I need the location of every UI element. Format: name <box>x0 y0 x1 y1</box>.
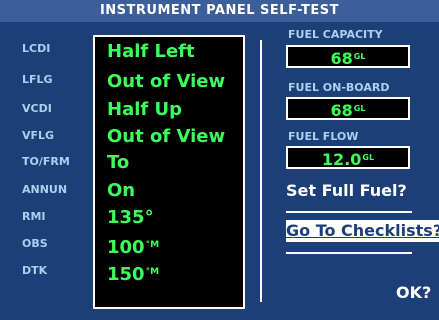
label-obs: OBS <box>22 237 48 250</box>
value-vcdi: Half Up <box>107 99 182 120</box>
value-lcdi: Half Left <box>107 41 195 62</box>
label-vcdi: VCDI <box>22 102 52 115</box>
value-lflg: Out of View <box>107 71 226 92</box>
fuel-capacity-field[interactable]: 68GL <box>286 45 410 68</box>
ok-button[interactable]: OK? <box>396 283 431 303</box>
vertical-divider <box>260 40 262 302</box>
go-to-checklists-button[interactable]: Go To Checklists? <box>286 220 439 242</box>
label-dtk: DTK <box>22 264 48 277</box>
label-to-frm: TO/FRM <box>22 155 70 168</box>
value-obs: 100°M <box>107 237 160 258</box>
value-dtk: 150°M <box>107 264 160 285</box>
divider-bottom <box>286 252 412 254</box>
page-title: INSTRUMENT PANEL SELF-TEST <box>0 0 439 22</box>
indicator-status-box: Half Left Out of View Half Up Out of Vie… <box>93 35 245 309</box>
obs-unit: °M <box>145 240 160 250</box>
fuel-on-board-field[interactable]: 68GL <box>286 97 410 120</box>
fuel-capacity-label: FUEL CAPACITY <box>288 28 383 41</box>
value-to-frm: To <box>107 152 130 173</box>
label-lflg: LFLG <box>22 73 53 86</box>
value-vflg: Out of View <box>107 126 226 147</box>
fuel-capacity-unit: GL <box>353 52 366 61</box>
fuel-on-board-unit: GL <box>353 104 366 113</box>
value-annun: On <box>107 180 136 201</box>
set-full-fuel-button[interactable]: Set Full Fuel? <box>286 180 439 202</box>
label-annun: ANNUN <box>22 183 68 196</box>
label-rmi: RMI <box>22 210 46 223</box>
fuel-flow-label: FUEL FLOW <box>288 130 359 143</box>
label-vflg: VFLG <box>22 129 55 142</box>
fuel-on-board-label: FUEL ON-BOARD <box>288 81 390 94</box>
fuel-flow-unit: GL <box>362 153 375 162</box>
fuel-flow-field[interactable]: 12.0GL <box>286 146 410 169</box>
label-lcdi: LCDI <box>22 42 51 55</box>
value-rmi: 135° <box>107 207 154 228</box>
dtk-unit: °M <box>145 267 160 277</box>
self-test-screen: INSTRUMENT PANEL SELF-TEST LCDI LFLG VCD… <box>0 0 439 320</box>
divider-top <box>286 211 412 213</box>
